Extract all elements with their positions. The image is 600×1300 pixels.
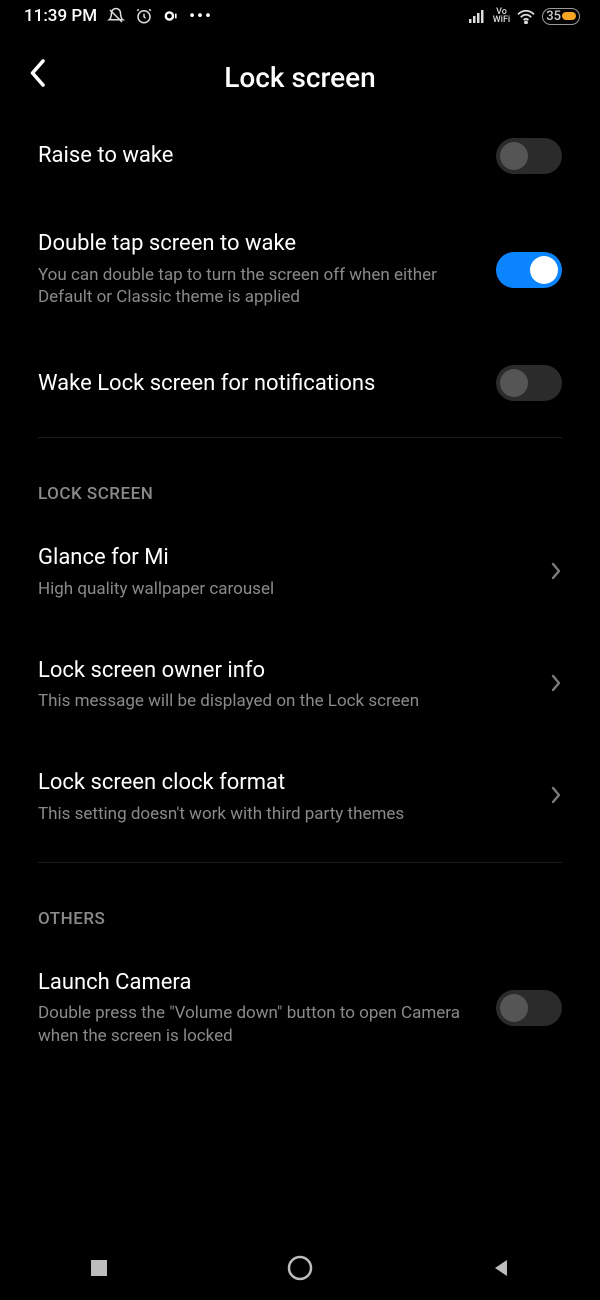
app-header: Lock screen	[0, 30, 600, 110]
row-title: Double tap screen to wake	[38, 230, 480, 258]
nav-back-button[interactable]	[490, 1257, 512, 1283]
row-title: Lock screen clock format	[38, 769, 526, 797]
navigation-bar	[0, 1240, 600, 1300]
toggle-raise-to-wake[interactable]	[496, 138, 562, 174]
row-subtitle: High quality wallpaper carousel	[38, 578, 526, 601]
row-title: Launch Camera	[38, 969, 480, 997]
row-title: Wake Lock screen for notifications	[38, 370, 480, 398]
section-header-lock-screen: LOCK SCREEN	[0, 446, 600, 516]
row-lock-screen-clock-format[interactable]: Lock screen clock format This setting do…	[0, 741, 600, 853]
signal-icon	[469, 9, 487, 23]
divider	[38, 862, 562, 863]
nav-home-button[interactable]	[286, 1254, 314, 1286]
dnd-icon	[107, 7, 125, 25]
battery-indicator: 35	[542, 8, 580, 25]
alarm-icon	[135, 7, 153, 25]
battery-level: 35	[546, 9, 561, 24]
row-double-tap-wake[interactable]: Double tap screen to wake You can double…	[0, 202, 600, 337]
row-title: Lock screen owner info	[38, 657, 526, 685]
row-subtitle: You can double tap to turn the screen of…	[38, 264, 480, 310]
toggle-double-tap-wake[interactable]	[496, 252, 562, 288]
row-raise-to-wake[interactable]: Raise to wake	[0, 110, 600, 202]
settings-list: Raise to wake Double tap screen to wake …	[0, 110, 600, 1056]
nav-recents-button[interactable]	[88, 1257, 110, 1283]
row-lock-screen-owner-info[interactable]: Lock screen owner info This message will…	[0, 629, 600, 741]
toggle-launch-camera[interactable]	[496, 990, 562, 1026]
wifi-icon	[516, 8, 536, 24]
row-subtitle: Double press the "Volume down" button to…	[38, 1002, 480, 1048]
page-title: Lock screen	[0, 61, 600, 94]
toggle-wake-lock-notifications[interactable]	[496, 365, 562, 401]
chevron-right-icon	[542, 559, 562, 587]
back-button[interactable]	[18, 58, 56, 96]
scroll-fade	[0, 1212, 600, 1240]
row-wake-lock-notifications[interactable]: Wake Lock screen for notifications	[0, 337, 600, 429]
status-bar: 11:39 PM ••• VoWiFi 35	[0, 0, 600, 30]
divider	[38, 437, 562, 438]
row-glance-for-mi[interactable]: Glance for Mi High quality wallpaper car…	[0, 516, 600, 628]
row-launch-camera[interactable]: Launch Camera Double press the "Volume d…	[0, 941, 600, 1056]
row-subtitle: This message will be displayed on the Lo…	[38, 690, 526, 713]
row-subtitle: This setting doesn't work with third par…	[38, 803, 526, 826]
chevron-right-icon	[542, 783, 562, 811]
status-time: 11:39 PM	[24, 6, 97, 26]
more-icon: •••	[189, 6, 213, 26]
row-title: Glance for Mi	[38, 544, 526, 572]
section-header-others: OTHERS	[0, 871, 600, 941]
vowifi-icon: VoWiFi	[493, 8, 510, 24]
record-icon	[163, 8, 179, 24]
chevron-right-icon	[542, 671, 562, 699]
row-title: Raise to wake	[38, 142, 480, 170]
